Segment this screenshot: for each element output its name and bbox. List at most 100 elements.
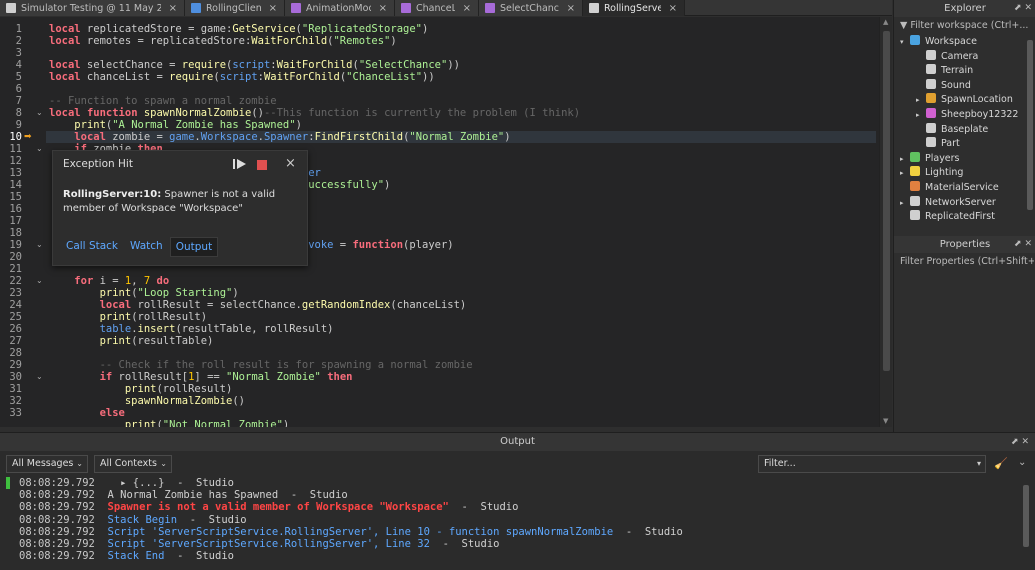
- exception-links: Call Stack Watch Output: [61, 237, 220, 257]
- resume-icon[interactable]: [233, 158, 247, 170]
- explorer-scrollbar-thumb[interactable]: [1027, 40, 1033, 210]
- expand-toggle-icon[interactable]: ▸: [916, 93, 926, 107]
- part-icon: [926, 137, 936, 148]
- close-icon[interactable]: ×: [669, 3, 677, 14]
- tab-animationmodule[interactable]: AnimationModule ×: [285, 0, 395, 16]
- output-message: Stack Begin: [107, 513, 178, 526]
- timestamp: 08:08:29.792: [19, 538, 108, 550]
- close-icon[interactable]: ×: [463, 3, 471, 14]
- line-number: 17: [9, 215, 22, 227]
- fold-toggle-icon[interactable]: ⌄: [36, 143, 43, 155]
- explorer-item-label: ReplicatedFirst: [925, 211, 995, 223]
- fold-toggle-icon[interactable]: ⌄: [36, 107, 43, 119]
- expand-toggle-icon[interactable]: ▸: [900, 196, 910, 210]
- code-line-7: -- Function to spawn a normal zombie: [49, 95, 277, 107]
- panel-pin-close-icon[interactable]: ⬈ ✕: [1011, 433, 1029, 451]
- line-number: 15: [9, 191, 22, 203]
- explorer-item-part[interactable]: Part: [916, 137, 960, 151]
- output-line: 08:08:29.792 Script 'ServerScriptService…: [19, 538, 499, 550]
- close-icon[interactable]: ×: [169, 3, 177, 14]
- explorer-item-baseplate[interactable]: Baseplate: [916, 122, 988, 137]
- explorer-item-label: NetworkServer: [925, 196, 996, 208]
- explorer-item-networkserver[interactable]: ▸ NetworkServer: [900, 195, 996, 210]
- timestamp: 08:08:29.792: [19, 477, 108, 489]
- tab-chancelist[interactable]: ChanceList ×: [395, 0, 479, 16]
- code-line-24: local rollResult = selectChance.getRando…: [99, 299, 467, 311]
- explorer-item-materialservice[interactable]: MaterialService: [900, 181, 999, 195]
- timestamp: 08:08:29.792: [19, 550, 108, 563]
- panel-pin-close-icon[interactable]: ⬈ ✕: [1014, 0, 1032, 17]
- line-number: 23: [9, 287, 22, 299]
- explorer-filter-input[interactable]: ▼ Filter workspace (Ctrl+...: [896, 18, 1034, 33]
- properties-header: Properties ⬈ ✕: [894, 236, 1035, 253]
- tab-selectchance[interactable]: SelectChance ×: [479, 0, 583, 16]
- expand-toggle-icon[interactable]: ▾: [900, 35, 910, 49]
- output-message: A Normal Zombie has Spawned: [107, 489, 279, 502]
- explorer-item-label: SpawnLocation: [941, 94, 1013, 106]
- explorer-item-workspace[interactable]: ▾ Workspace: [900, 35, 977, 49]
- close-icon[interactable]: ×: [269, 3, 277, 14]
- output-filter-input[interactable]: Filter... ▾: [758, 455, 986, 473]
- tab-label: Simulator Testing @ 11 May 2024 08:08: [21, 2, 161, 14]
- close-icon[interactable]: ×: [379, 3, 387, 14]
- explorer-item-spawnlocation[interactable]: ▸ SpawnLocation: [916, 93, 1013, 107]
- expand-toggle-icon[interactable]: ▸: [916, 108, 926, 122]
- output-source: - Studio: [278, 489, 348, 502]
- code-line-25: print(rollResult): [99, 311, 208, 323]
- output-link[interactable]: Output: [169, 237, 219, 257]
- output-panel: Output ⬈ ✕ All Messages ⌄ All Contexts ⌄ F…: [0, 432, 1035, 570]
- fold-toggle-icon[interactable]: ⌄: [36, 371, 43, 383]
- code-line-10: local zombie = game.Workspace.Spawner:Fi…: [74, 131, 511, 143]
- code-line-32: spawnNormalZombie(): [124, 395, 245, 407]
- output-menu-icon[interactable]: ⌄: [1018, 457, 1026, 468]
- explorer-item-replicatedfirst[interactable]: ReplicatedFirst: [900, 210, 995, 224]
- scroll-up-icon[interactable]: ▲: [883, 18, 888, 26]
- stop-icon[interactable]: [257, 160, 267, 170]
- watch-link[interactable]: Watch: [125, 237, 168, 257]
- explorer-item-players[interactable]: ▸ Players: [900, 151, 960, 166]
- explorer-item-lighting[interactable]: ▸ Lighting: [900, 166, 963, 180]
- expand-toggle-icon[interactable]: ▸: [900, 166, 910, 180]
- line-number: 16: [9, 203, 22, 215]
- output-source: - Studio: [429, 538, 500, 550]
- properties-filter-input[interactable]: Filter Properties (Ctrl+Shift+P): [896, 254, 1034, 269]
- explorer-item-terrain[interactable]: Terrain: [916, 64, 973, 78]
- tab-simulator-testing-11-may-2024-08-08[interactable]: Simulator Testing @ 11 May 2024 08:08 ×: [0, 0, 185, 16]
- output-scrollbar[interactable]: [1022, 477, 1031, 567]
- expand-toggle-icon[interactable]: ▸: [900, 152, 910, 166]
- explorer-title: Explorer: [944, 3, 986, 14]
- close-icon[interactable]: ×: [285, 156, 296, 171]
- exception-popup: Exception Hit × RollingServer:10: Spawne…: [52, 150, 308, 266]
- explorer-item-sound[interactable]: Sound: [916, 78, 971, 93]
- fold-toggle-icon[interactable]: ⌄: [36, 239, 43, 251]
- clear-output-icon[interactable]: 🧹: [994, 457, 1008, 470]
- output-scrollbar-thumb[interactable]: [1023, 485, 1029, 547]
- line-number: 28: [9, 347, 22, 359]
- line-number: 11: [9, 143, 22, 155]
- output-line: 08:08:29.792 A Normal Zombie has Spawned…: [19, 489, 348, 501]
- line-number: 4: [15, 59, 22, 71]
- explorer-item-label: Camera: [941, 50, 979, 62]
- explorer-item-sheepboy12322[interactable]: ▸ Sheepboy12322: [916, 108, 1018, 122]
- tab-label: SelectChance: [500, 2, 559, 14]
- fold-toggle-icon[interactable]: ⌄: [36, 275, 43, 287]
- contexts-dropdown-value: All Contexts: [100, 458, 157, 469]
- chevron-down-icon: ⌄: [76, 459, 83, 468]
- code-line-30: if rollResult[1] == "Normal Zombie" then: [99, 371, 353, 383]
- close-icon[interactable]: ×: [567, 3, 575, 14]
- explorer-item-camera[interactable]: Camera: [916, 49, 979, 64]
- script-icon: [6, 3, 16, 13]
- output-line: 08:08:29.792 Script 'ServerScriptService…: [19, 526, 683, 538]
- explorer-scrollbar[interactable]: [1026, 32, 1034, 218]
- contexts-dropdown[interactable]: All Contexts ⌄: [94, 455, 172, 473]
- tab-rollingserver[interactable]: RollingServer ×: [583, 0, 685, 16]
- exception-location: RollingServer:10:: [63, 189, 162, 200]
- panel-pin-close-icon[interactable]: ⬈ ✕: [1014, 236, 1032, 253]
- editor-scrollbar-thumb[interactable]: [883, 31, 890, 371]
- scroll-down-icon[interactable]: ▼: [883, 417, 888, 425]
- editor-scrollbar[interactable]: ▲ ▼: [879, 17, 892, 427]
- messages-dropdown[interactable]: All Messages ⌄: [6, 455, 88, 473]
- tab-rollingclient[interactable]: RollingClient ×: [185, 0, 285, 16]
- code-line-8: local function spawnNormalZombie()--This…: [49, 107, 581, 119]
- call-stack-link[interactable]: Call Stack: [61, 237, 123, 257]
